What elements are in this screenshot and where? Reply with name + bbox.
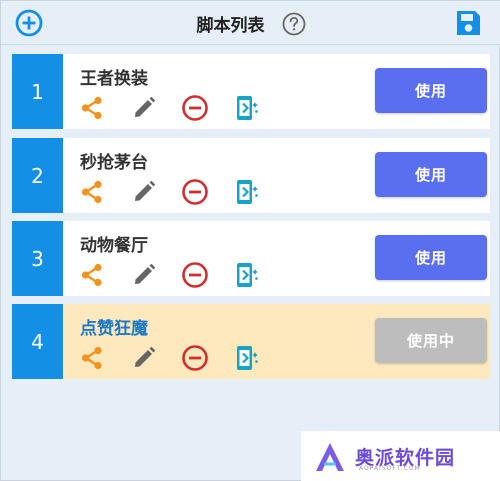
help-circle-icon	[282, 12, 305, 35]
share-button[interactable]	[78, 94, 106, 122]
app-window: 脚本列表 1 王者换装 使用 2 秒抢茅台 使用 3 动物餐厅 使用 4 点赞狂…	[0, 0, 500, 481]
use-script-button[interactable]: 使用	[375, 235, 487, 280]
delete-button[interactable]	[181, 94, 209, 122]
share-button[interactable]	[78, 261, 106, 289]
aopai-logo-icon	[316, 442, 344, 471]
share-icon	[81, 263, 102, 287]
share-icon	[81, 180, 102, 204]
script-name: 秒抢茅台	[80, 153, 148, 173]
minus-circle-icon	[182, 95, 208, 121]
delete-button[interactable]	[181, 178, 209, 206]
script-index: 2	[12, 138, 63, 213]
run-script-button[interactable]	[232, 178, 260, 206]
edit-button[interactable]	[130, 178, 158, 206]
script-index: 4	[12, 304, 63, 379]
watermark: 奥派软件园 AOPAISOFT.COM	[301, 431, 500, 481]
share-button[interactable]	[78, 344, 106, 372]
script-row: 2 秒抢茅台 使用	[12, 138, 490, 213]
use-script-button[interactable]: 使用	[375, 152, 487, 197]
run-script-button[interactable]	[232, 261, 260, 289]
minus-circle-icon	[182, 345, 208, 371]
script-name: 点赞狂魔	[80, 319, 148, 339]
pencil-icon	[135, 263, 156, 284]
delete-button[interactable]	[181, 344, 209, 372]
header-bar: 脚本列表	[1, 1, 500, 45]
run-script-button[interactable]	[232, 94, 260, 122]
use-script-button[interactable]: 使用中	[375, 318, 487, 363]
edit-button[interactable]	[130, 344, 158, 372]
save-button[interactable]	[453, 8, 483, 38]
share-button[interactable]	[78, 178, 106, 206]
edit-button[interactable]	[130, 261, 158, 289]
watermark-subtext: AOPAISOFT.COM	[359, 465, 421, 472]
pencil-icon	[135, 346, 156, 367]
delete-button[interactable]	[181, 261, 209, 289]
script-row: 4 点赞狂魔 使用中	[12, 304, 490, 379]
share-icon	[81, 96, 102, 120]
title-area: 脚本列表	[1, 11, 500, 36]
run-script-button[interactable]	[232, 344, 260, 372]
minus-circle-icon	[182, 179, 208, 205]
pencil-icon	[135, 180, 156, 201]
script-name: 动物餐厅	[80, 236, 148, 256]
run-script-icon	[237, 346, 258, 370]
help-button[interactable]	[282, 12, 306, 36]
pencil-icon	[135, 96, 156, 117]
run-script-icon	[237, 96, 258, 120]
share-icon	[81, 346, 102, 370]
minus-circle-icon	[182, 262, 208, 288]
run-script-icon	[237, 263, 258, 287]
script-name: 王者换装	[80, 69, 148, 89]
script-index: 3	[12, 221, 63, 296]
use-script-button[interactable]: 使用	[375, 68, 487, 113]
script-row: 1 王者换装 使用	[12, 54, 490, 129]
page-title: 脚本列表	[196, 16, 265, 36]
script-index: 1	[12, 54, 63, 129]
script-row: 3 动物餐厅 使用	[12, 221, 490, 296]
save-icon	[457, 11, 480, 35]
edit-button[interactable]	[130, 94, 158, 122]
run-script-icon	[237, 180, 258, 204]
